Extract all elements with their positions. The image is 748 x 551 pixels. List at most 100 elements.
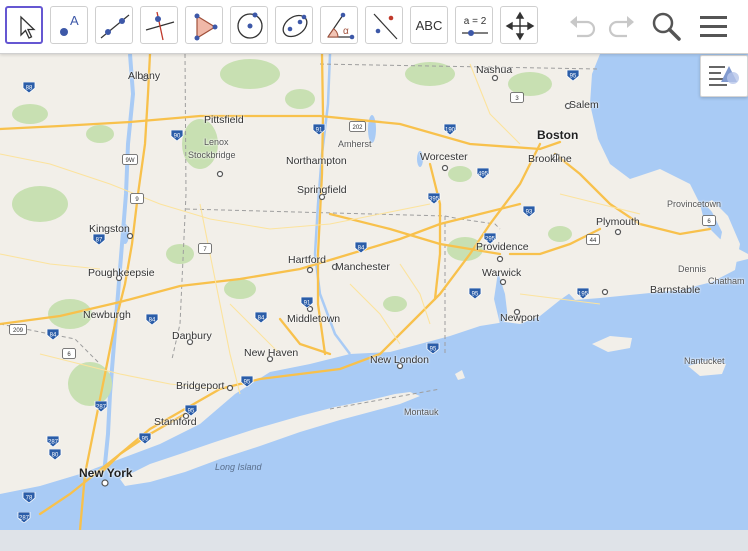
interstate-shield: 495 — [476, 166, 490, 180]
undo-icon — [570, 16, 596, 38]
ellipse-icon — [282, 14, 308, 38]
line-through-points-icon — [100, 14, 130, 39]
interstate-shield: 84 — [254, 310, 268, 324]
interstate-shield: 287 — [94, 399, 108, 413]
city-label-brookline: Brookline — [528, 153, 572, 165]
us-route-shield: 6 — [702, 213, 716, 226]
city-label-springfield: Springfield — [297, 184, 347, 196]
interstate-shield: 93 — [522, 204, 536, 218]
reflect-tool[interactable] — [365, 6, 403, 44]
move-arrows-icon — [505, 11, 535, 41]
us-route-shield: 209 — [9, 322, 27, 335]
menu-button[interactable] — [696, 8, 732, 44]
interstate-shield: 91 — [312, 122, 326, 136]
undo-button[interactable] — [565, 8, 601, 44]
shield-label: 495 — [478, 172, 489, 178]
map-background: 88 87 90 91 190 495 95 395 84 91 84 84 8… — [0, 54, 748, 530]
interstate-shield: 95 — [138, 431, 152, 445]
line-tool[interactable] — [95, 6, 133, 44]
ellipse-tool[interactable] — [275, 6, 313, 44]
shield-label: 80 — [52, 453, 59, 459]
angle-icon: α — [327, 12, 355, 40]
city-label-newport: Newport — [500, 312, 540, 324]
interstate-shield: 95 — [184, 403, 198, 417]
city-label-manchester: Manchester — [335, 261, 390, 273]
city-label-northampton: Northampton — [286, 155, 347, 167]
shield-label: 78 — [26, 496, 33, 502]
shield-label: 202 — [352, 125, 363, 131]
interstate-shield: 95 — [426, 341, 440, 355]
move-tool[interactable] — [5, 6, 43, 44]
point-tool[interactable]: A — [50, 6, 88, 44]
city-label-worcester: Worcester — [420, 151, 468, 163]
interstate-shield: 84 — [145, 312, 159, 326]
shield-label: 93 — [526, 210, 533, 216]
city-label-new-york: New York — [79, 466, 133, 480]
city-label-barnstable: Barnstable — [650, 284, 701, 296]
interstate-shield: 78 — [22, 490, 36, 504]
interstate-shield: 195 — [576, 286, 590, 300]
city-label-dennis: Dennis — [678, 264, 707, 274]
search-icon — [652, 12, 681, 41]
city-label-nantucket: Nantucket — [684, 356, 725, 366]
reflect-about-line-icon — [373, 13, 398, 40]
shield-label: 395 — [429, 197, 440, 203]
polygon-tool[interactable] — [185, 6, 223, 44]
style-bar-toggle-button[interactable] — [700, 55, 748, 97]
city-label-salem: Salem — [569, 99, 599, 111]
shield-label: 190 — [445, 128, 456, 134]
shield-label: 91 — [304, 301, 311, 307]
city-label-pittsfield: Pittsfield — [204, 114, 244, 126]
city-label-danbury: Danbury — [172, 330, 212, 342]
city-label-newburgh: Newburgh — [83, 309, 131, 321]
city-label-boston: Boston — [537, 128, 579, 142]
slider-icon: a = 2 — [462, 16, 488, 36]
map-graphics — [0, 54, 748, 530]
search-button[interactable] — [648, 8, 684, 44]
shield-label: 90 — [174, 134, 181, 140]
us-route-shield: 6 — [62, 346, 76, 359]
text-tool-label: ABC — [415, 17, 443, 33]
shield-label: 195 — [578, 292, 589, 298]
hamburger-menu-icon — [700, 16, 727, 37]
city-label-chatham: Chatham — [708, 276, 745, 286]
toolbar: A α ABC a = 2 — [0, 0, 748, 54]
interstate-shield: 90 — [170, 128, 184, 142]
city-label-providence: Providence — [476, 241, 529, 253]
text-tool[interactable]: ABC — [410, 6, 448, 44]
interstate-shield: 190 — [443, 122, 457, 136]
point-tool-label: A — [70, 13, 79, 28]
interstate-shield: 395 — [427, 191, 441, 205]
city-label-poughkeepsie: Poughkeepsie — [88, 267, 155, 279]
perpendicular-line-tool[interactable] — [140, 6, 178, 44]
redo-button[interactable] — [603, 8, 639, 44]
slider-tool-label: a = 2 — [464, 16, 487, 27]
shield-label: 95 — [244, 380, 251, 386]
city-label-montauk: Montauk — [404, 407, 439, 417]
interstate-shield: 84 — [354, 240, 368, 254]
island-label-long-island: Long Island — [215, 462, 262, 472]
slider-tool[interactable]: a = 2 — [455, 6, 493, 44]
angle-tool[interactable]: α — [320, 6, 358, 44]
circle-tool[interactable] — [230, 6, 268, 44]
us-route-shield: 44 — [586, 232, 600, 245]
interstate-shield: 95 — [468, 286, 482, 300]
shield-label: 88 — [26, 86, 33, 92]
shield-label: 95 — [430, 347, 437, 353]
cursor-arrow-icon — [20, 15, 36, 39]
city-label-new-haven: New Haven — [244, 347, 299, 359]
shield-label: 84 — [258, 316, 265, 322]
shield-label: 95 — [188, 409, 195, 415]
city-label-new-london: New London — [370, 354, 429, 366]
city-label-lenox: Lenox — [204, 137, 229, 147]
move-graphics-tool[interactable] — [500, 6, 538, 44]
interstate-shield: 287 — [46, 434, 60, 448]
city-label-hartford: Hartford — [288, 254, 326, 266]
perpendicular-line-icon — [145, 11, 175, 41]
shield-label: 84 — [149, 318, 156, 324]
city-label-plymouth: Plymouth — [596, 216, 640, 228]
city-label-nashua: Nashua — [476, 64, 513, 76]
bottom-bar — [0, 530, 748, 551]
city-label-provincetown: Provincetown — [667, 199, 722, 209]
city-label-albany: Albany — [128, 70, 161, 82]
